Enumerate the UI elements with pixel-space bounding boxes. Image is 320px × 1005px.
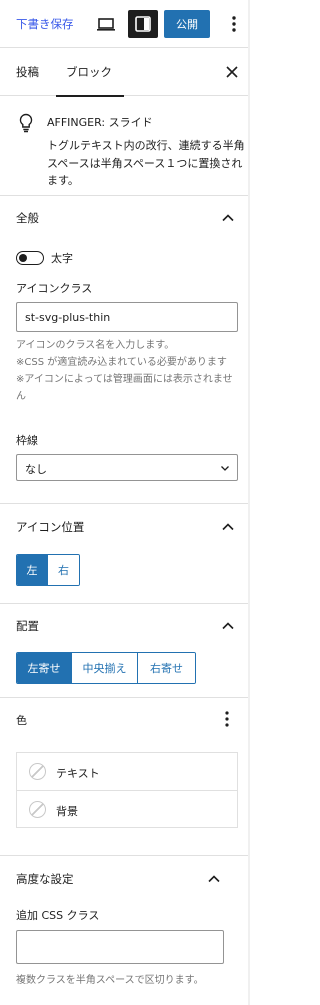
icon-class-help-line: ※アイコンによっては管理画面には表示されません <box>16 374 233 402</box>
save-draft-button[interactable]: 下書き保存 <box>16 16 74 32</box>
border-select[interactable]: なし <box>16 454 238 481</box>
panel-advanced-header[interactable]: 高度な設定 <box>0 857 250 901</box>
bold-toggle-label: 太字 <box>51 252 73 265</box>
align-right-button[interactable]: 右寄せ <box>138 653 195 683</box>
border-label: 枠線 <box>16 434 38 447</box>
color-swatch-icon <box>29 801 46 818</box>
chevron-up-icon <box>218 517 238 537</box>
icon-class-label: アイコンクラス <box>16 282 93 295</box>
css-class-input[interactable] <box>16 930 224 964</box>
icon-class-help-line: アイコンのクラス名を入力します。 <box>16 340 175 351</box>
icon-class-help-line: ※CSS が適宜読み込まれている必要があります <box>16 357 227 368</box>
color-options-icon[interactable] <box>220 709 234 729</box>
css-class-help: 複数クラスを半角スペースで区切ります。 <box>16 975 204 986</box>
color-background-item[interactable]: 背景 <box>17 791 237 828</box>
border-select-value: なし <box>25 463 47 476</box>
icon-class-input[interactable] <box>16 302 238 332</box>
panel-color-title: 色 <box>16 714 27 727</box>
panel-divider <box>0 855 250 856</box>
css-class-label: 追加 CSS クラス <box>16 909 100 922</box>
toggle-knob <box>19 253 27 262</box>
chevron-up-icon <box>218 616 238 636</box>
more-vertical-icon[interactable] <box>224 13 244 35</box>
publish-button[interactable]: 公開 <box>164 10 210 38</box>
chevron-down-icon <box>219 462 231 474</box>
align-center-button[interactable]: 中央揃え <box>72 653 138 683</box>
tab-block[interactable]: ブロック <box>56 48 124 97</box>
chevron-up-icon <box>218 208 238 228</box>
color-background-label: 背景 <box>56 805 78 818</box>
icon-position-left-button[interactable]: 左 <box>17 555 48 585</box>
close-icon[interactable] <box>222 62 242 82</box>
tab-post[interactable]: 投稿 <box>16 48 39 96</box>
panel-alignment-header[interactable]: 配置 <box>0 604 250 648</box>
panel-alignment-title: 配置 <box>16 619 39 633</box>
desktop-preview-icon[interactable] <box>96 14 116 34</box>
panel-general-header[interactable]: 全般 <box>0 196 250 240</box>
color-text-item[interactable]: テキスト <box>17 753 237 790</box>
lightbulb-icon <box>16 112 36 134</box>
panel-icon-position-header[interactable]: アイコン位置 <box>0 505 250 549</box>
chevron-up-icon <box>204 869 224 889</box>
scrollbar-track[interactable] <box>248 0 250 1005</box>
panel-icon-position-title: アイコン位置 <box>16 520 85 534</box>
block-description: トグルテキスト内の改行、連続する半角スペースは半角スペース１つに置換されます。 <box>47 139 245 187</box>
sidebar-tabs: 投稿 ブロック <box>0 48 250 97</box>
alignment-group: 左寄せ 中央揃え 右寄せ <box>16 652 196 684</box>
panel-divider <box>0 697 250 698</box>
color-swatch-icon <box>29 763 46 780</box>
icon-class-help: アイコンのクラス名を入力します。 ※CSS が適宜読み込まれている必要があります… <box>16 337 242 405</box>
icon-position-group: 左 右 <box>16 554 80 586</box>
panel-advanced-title: 高度な設定 <box>16 872 74 886</box>
color-text-label: テキスト <box>56 767 100 780</box>
block-card: AFFINGER: スライド トグルテキスト内の改行、連続する半角スペースは半角… <box>0 96 250 196</box>
bold-toggle[interactable] <box>16 251 44 265</box>
color-settings-list: テキスト 背景 <box>16 752 238 828</box>
align-left-button[interactable]: 左寄せ <box>17 653 72 683</box>
editor-header-toolbar: 下書き保存 公開 <box>0 0 250 48</box>
panel-general-title: 全般 <box>16 211 39 225</box>
panel-divider <box>0 503 250 504</box>
icon-position-right-button[interactable]: 右 <box>48 555 79 585</box>
block-title: AFFINGER: スライド <box>47 116 153 129</box>
sidebar-toggle-icon[interactable] <box>128 10 158 38</box>
